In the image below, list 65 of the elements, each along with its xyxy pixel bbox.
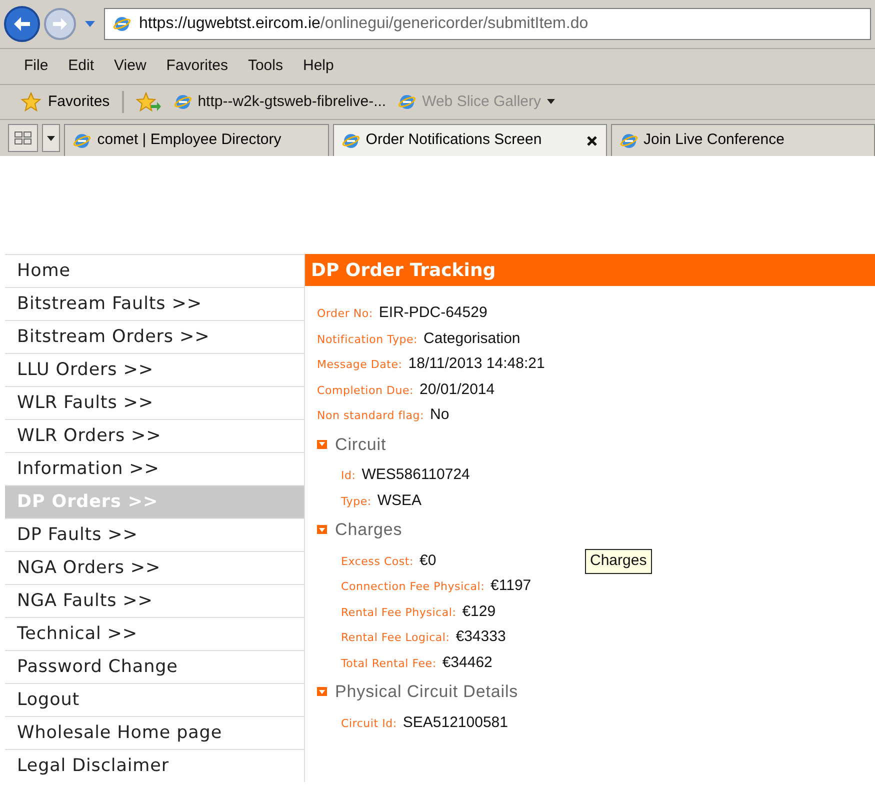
field-label: Order No: bbox=[317, 306, 373, 322]
tab-list-button[interactable] bbox=[42, 124, 60, 152]
field-value: €34333 bbox=[456, 627, 506, 647]
menu-item[interactable]: Edit bbox=[68, 55, 94, 78]
quick-tabs-button[interactable] bbox=[8, 124, 38, 152]
favorite-link[interactable]: http--w2k-gtsweb-fibrelive-... bbox=[174, 90, 386, 113]
field-label: Id: bbox=[341, 468, 356, 484]
field-value: No bbox=[430, 405, 450, 425]
back-arrow-icon bbox=[13, 16, 31, 32]
field-label: Non standard flag: bbox=[317, 408, 424, 424]
browser-tab[interactable]: comet | Employee Directory bbox=[64, 124, 329, 156]
browser-page-icon bbox=[620, 132, 638, 150]
field-value: WES586110724 bbox=[362, 465, 470, 485]
collapse-toggle-icon[interactable] bbox=[317, 440, 327, 449]
address-bar[interactable]: https://ugwebtst.eircom.ie/onlinegui/genericorder/submitItem.do bbox=[104, 8, 871, 40]
address-url: https://ugwebtst.eircom.ie/onlinegui/genericorder/submitItem.do bbox=[139, 14, 588, 34]
field-value: Categorisation bbox=[424, 328, 520, 348]
add-favorite-icon[interactable] bbox=[136, 92, 162, 112]
field-value: 18/11/2013 14:48:21 bbox=[408, 354, 545, 374]
forward-arrow-icon bbox=[52, 17, 68, 31]
field-value: WSEA bbox=[377, 490, 422, 510]
star-icon bbox=[20, 92, 42, 112]
field-label: Connection Fee Physical: bbox=[341, 579, 485, 595]
field-label: Circuit Id: bbox=[341, 716, 397, 732]
panel-header: DP Order Tracking bbox=[305, 254, 875, 286]
field-value: 20/01/2014 bbox=[420, 380, 495, 400]
field-value: EIR-PDC-64529 bbox=[378, 303, 488, 323]
browser-page-icon bbox=[342, 132, 360, 150]
browser-page-icon bbox=[174, 92, 192, 111]
menu-item[interactable]: Favorites bbox=[166, 55, 228, 78]
tooltip: Charges bbox=[585, 549, 652, 574]
field-value: €1197 bbox=[490, 576, 532, 596]
field-label: Rental Fee Physical: bbox=[341, 604, 456, 620]
dropdown-icon[interactable] bbox=[84, 20, 96, 28]
close-icon[interactable] bbox=[586, 134, 598, 146]
field-label: Rental Fee Logical: bbox=[341, 630, 450, 646]
field-label: Completion Due: bbox=[317, 382, 414, 398]
field-label: Message Date: bbox=[317, 357, 402, 373]
menu-item[interactable]: Tools bbox=[248, 55, 283, 78]
field-value: €129 bbox=[462, 602, 496, 622]
back-button[interactable] bbox=[4, 6, 40, 42]
grid-icon bbox=[14, 131, 32, 145]
collapse-toggle-icon[interactable] bbox=[317, 687, 327, 696]
favorites-button[interactable]: Favorites bbox=[20, 90, 124, 113]
menu-item[interactable]: File bbox=[24, 55, 48, 78]
section-title: Circuit bbox=[335, 434, 386, 456]
field-value: €0 bbox=[420, 550, 436, 570]
field-value: €34462 bbox=[442, 652, 492, 672]
field-value: SEA512100581 bbox=[402, 712, 508, 732]
field-label: Notification Type: bbox=[317, 332, 418, 348]
field-label: Type: bbox=[341, 494, 372, 510]
caret-icon bbox=[547, 99, 556, 104]
field-label: Total Rental Fee: bbox=[341, 656, 436, 672]
caret-icon bbox=[46, 136, 55, 140]
collapse-toggle-icon[interactable] bbox=[317, 525, 327, 534]
browser-page-icon bbox=[113, 15, 131, 33]
browser-tab[interactable]: Join Live Conference bbox=[610, 124, 875, 156]
section-title: Physical Circuit Details bbox=[335, 681, 518, 703]
browser-page-icon bbox=[73, 132, 92, 150]
browser-tab[interactable]: Order Notifications Screen bbox=[332, 124, 606, 156]
menu-item[interactable]: Help bbox=[303, 55, 334, 78]
section-title: Charges bbox=[335, 519, 402, 541]
field-label: Excess Cost: bbox=[341, 554, 414, 570]
menu-item[interactable]: View bbox=[114, 55, 146, 78]
browser-page-icon bbox=[398, 92, 416, 111]
